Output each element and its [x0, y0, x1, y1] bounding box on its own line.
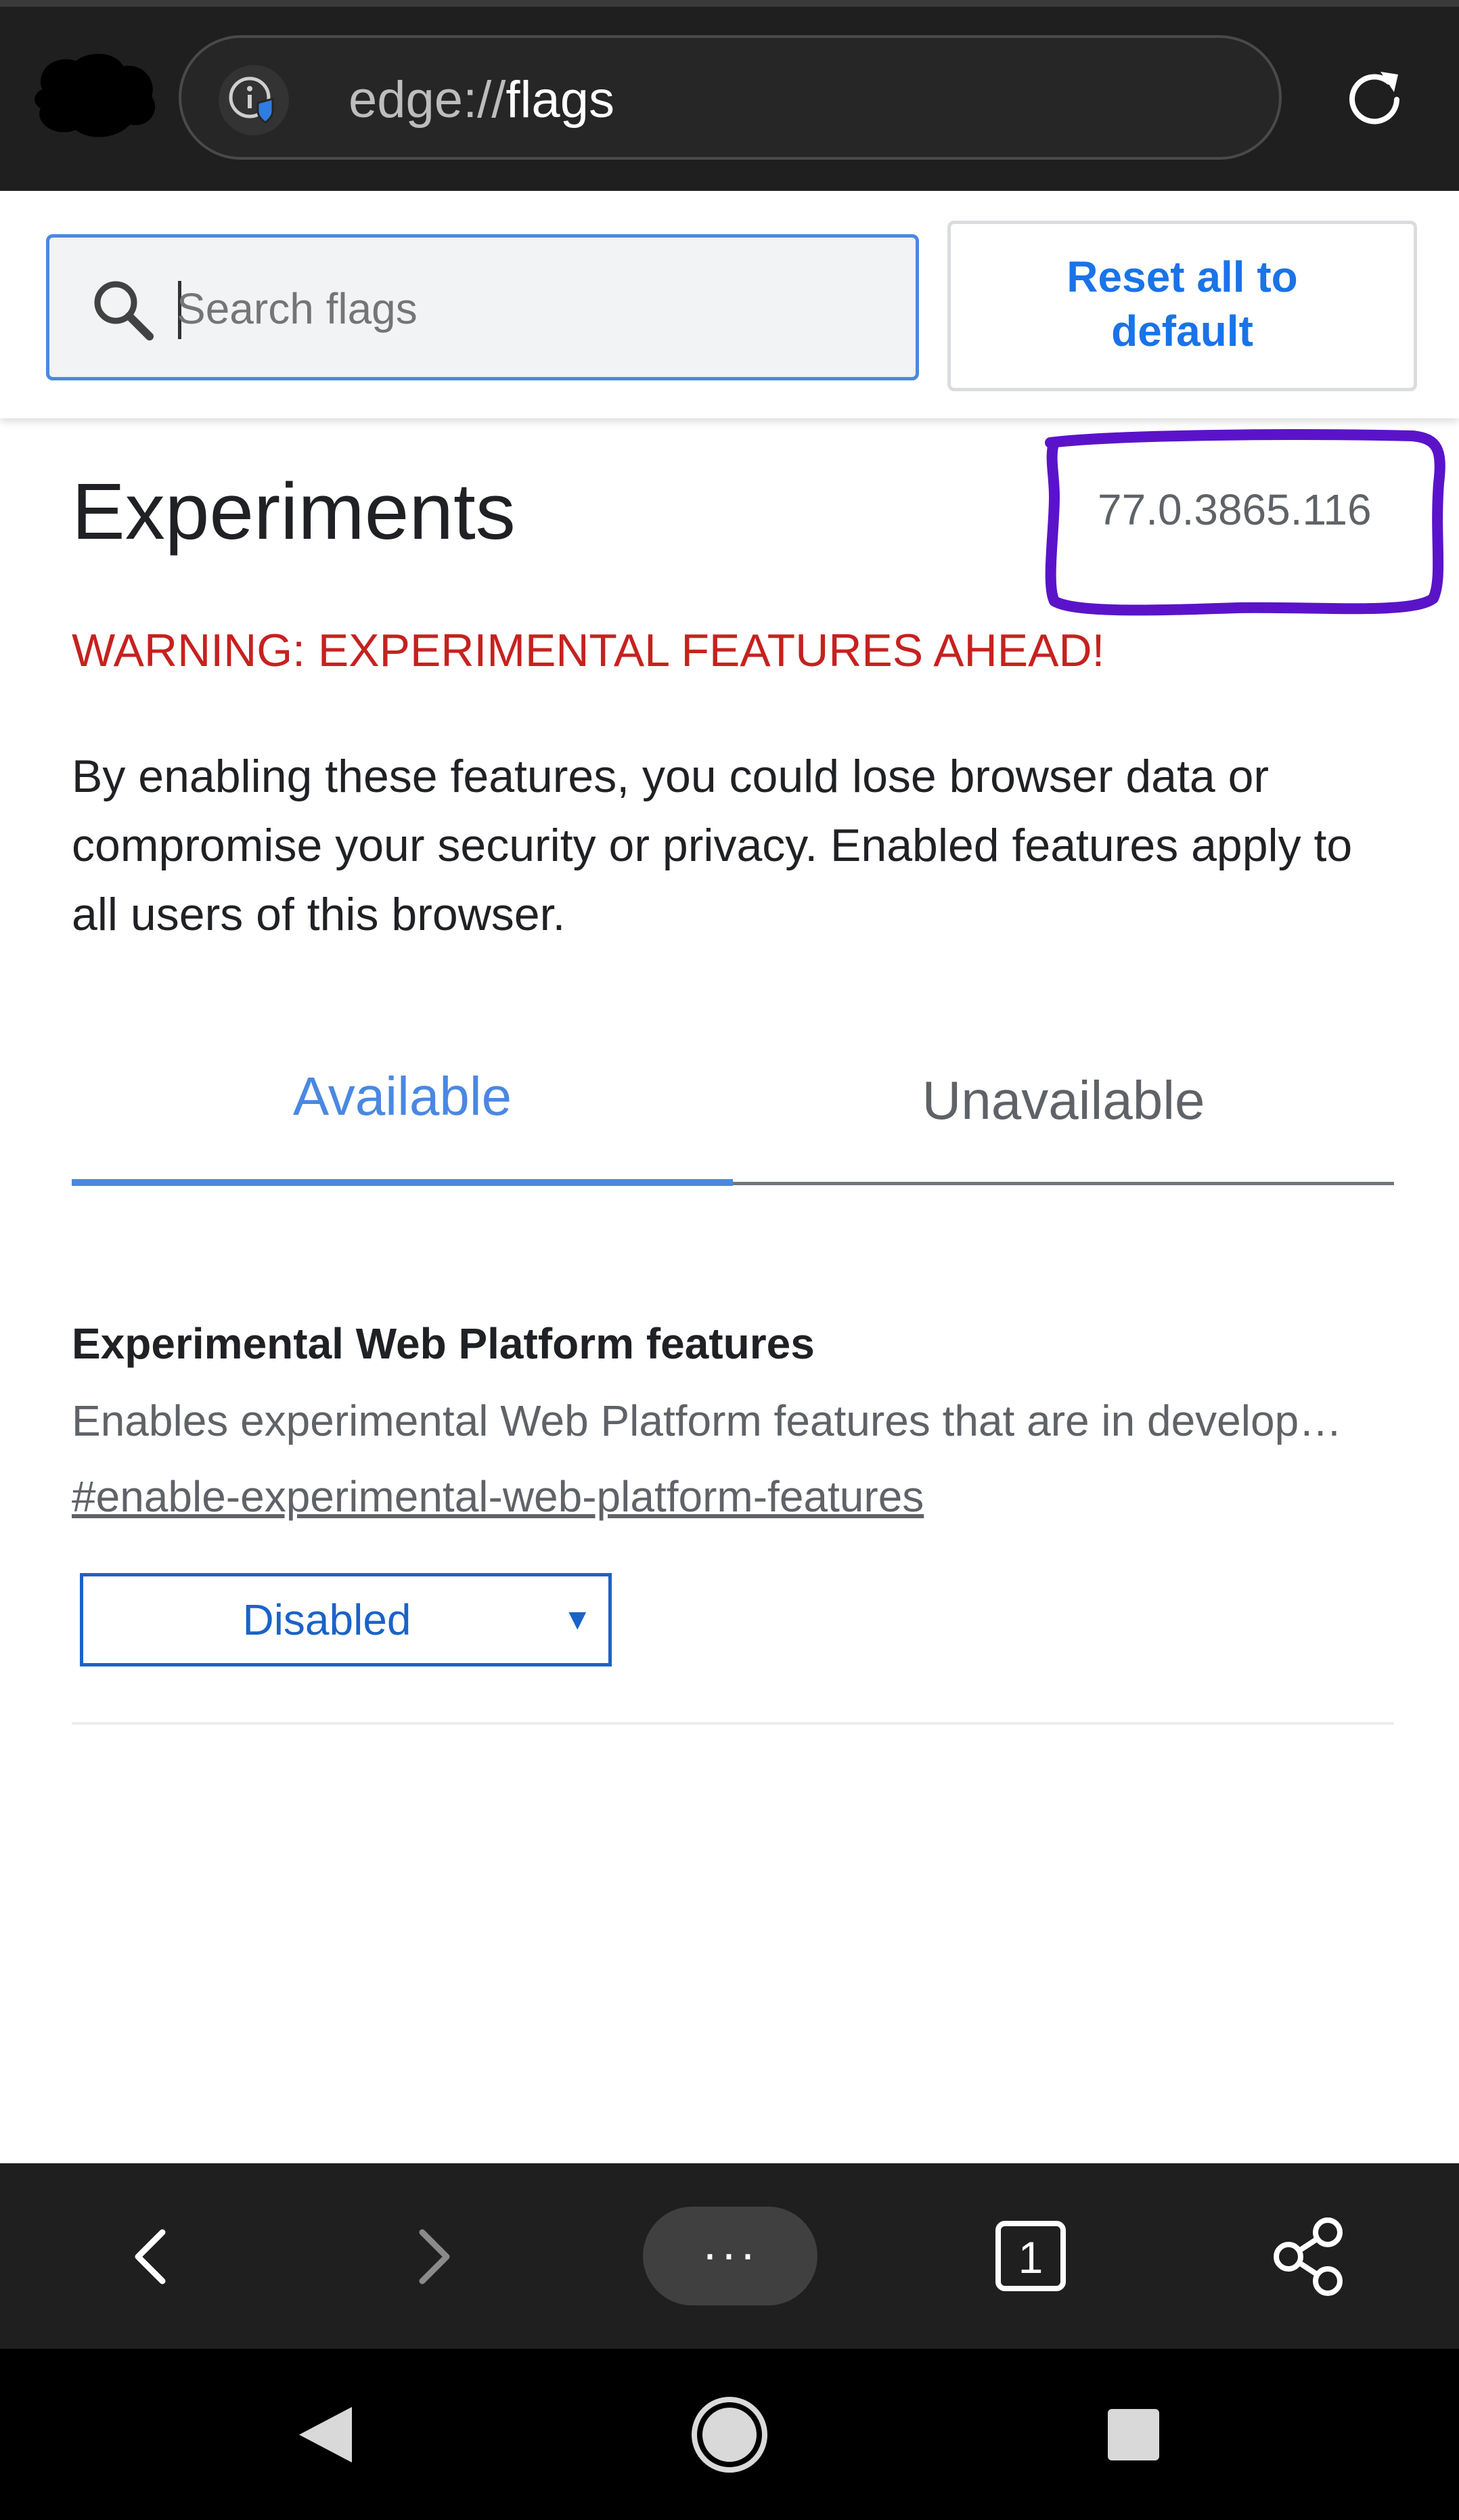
browser-bottom-toolbar: ··· 1	[0, 2163, 1459, 2349]
tab-unavailable[interactable]: Unavailable	[733, 1053, 1394, 1195]
reset-all-button[interactable]: Reset all to default	[947, 221, 1417, 391]
tab-selected-indicator	[72, 1179, 733, 1186]
back-arrow-icon[interactable]	[100, 2205, 202, 2307]
search-box[interactable]	[46, 234, 919, 380]
warning-text: WARNING: EXPERIMENTAL FEATURES AHEAD!	[72, 625, 1105, 676]
share-icon[interactable]	[1257, 2205, 1359, 2307]
tab-available[interactable]: Available	[72, 1049, 733, 1191]
tab-count: 1	[1018, 2232, 1043, 2282]
tabs-icon[interactable]: 1	[980, 2205, 1081, 2307]
search-input[interactable]	[175, 274, 889, 343]
url-scheme: edge://	[349, 71, 506, 129]
page-title: Experiments	[72, 467, 516, 556]
system-navigation-bar	[0, 2349, 1459, 2520]
forward-arrow-icon[interactable]	[383, 2205, 485, 2307]
tab-bar: Available Unavailable	[72, 1049, 1394, 1191]
flags-search-header: Reset all to default	[0, 191, 1459, 418]
url-path: flags	[506, 71, 614, 129]
url-text[interactable]: edge://flags	[349, 68, 614, 133]
nav-back-icon[interactable]	[273, 2384, 375, 2485]
nav-home-icon[interactable]	[679, 2384, 780, 2485]
more-button[interactable]: ···	[643, 2207, 817, 2305]
flag-state-value: Disabled	[242, 1595, 411, 1644]
dropdown-arrow-icon: ▼	[562, 1603, 592, 1636]
flag-permalink[interactable]: #enable-experimental-web-platform-featur…	[72, 1466, 924, 1527]
nav-recents-icon[interactable]	[1083, 2384, 1184, 2485]
flag-description: Enables experimental Web Platform featur…	[72, 1396, 1357, 1445]
flag-state-select[interactable]: Disabled ▼	[80, 1573, 612, 1666]
warning-description: By enabling these features, you could lo…	[72, 751, 1353, 940]
reload-icon[interactable]	[1337, 62, 1412, 137]
flag-divider	[72, 1722, 1394, 1725]
hand-drawn-circle-annotation	[1045, 429, 1445, 616]
address-bar[interactable]: edge://flags	[179, 35, 1282, 160]
browser-top-bar: edge://flags	[0, 0, 1459, 191]
search-icon	[94, 281, 154, 340]
more-icon: ···	[702, 2227, 759, 2281]
status-bar-edge	[0, 0, 1459, 7]
site-info-icon[interactable]	[219, 65, 289, 135]
profile-avatar-redacted[interactable]	[28, 49, 164, 143]
tab-underline	[733, 1182, 1394, 1185]
flag-title: Experimental Web Platform features	[72, 1319, 815, 1368]
